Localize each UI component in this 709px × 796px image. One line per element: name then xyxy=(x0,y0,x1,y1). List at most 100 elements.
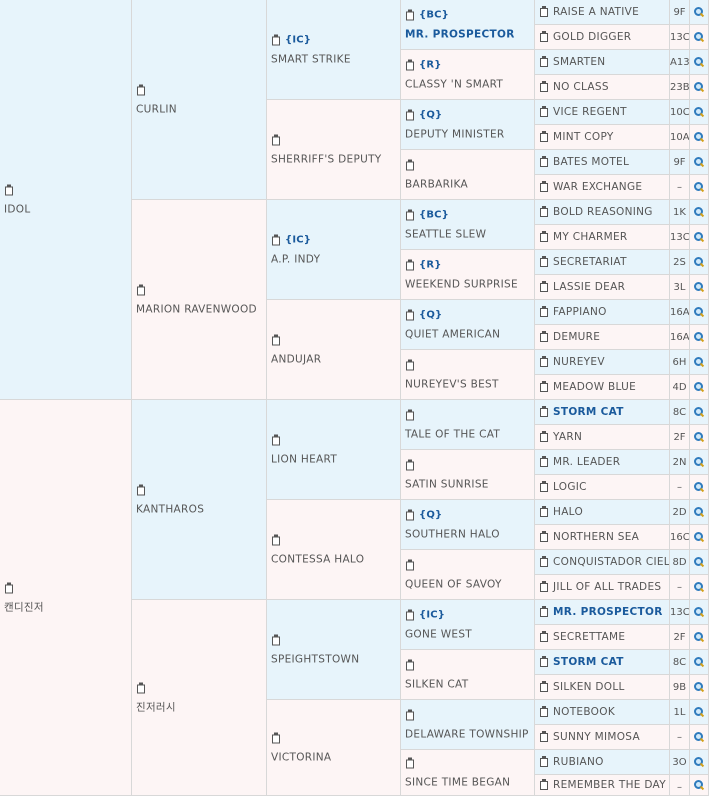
horse-name[interactable]: A.P. INDY xyxy=(271,253,320,265)
search-link[interactable] xyxy=(690,250,709,275)
search-link[interactable] xyxy=(690,775,709,796)
horse-name[interactable]: STORM CAT xyxy=(553,655,624,669)
horse-name[interactable]: DELAWARE TOWNSHIP xyxy=(405,728,529,740)
horse-name[interactable]: NUREYEV xyxy=(553,355,605,369)
clipboard-icon[interactable] xyxy=(539,631,549,643)
magnifier-icon[interactable] xyxy=(694,757,704,767)
magnifier-icon[interactable] xyxy=(694,357,704,367)
search-link[interactable] xyxy=(690,600,709,625)
horse-name[interactable]: SATIN SUNRISE xyxy=(405,478,489,490)
clipboard-icon[interactable] xyxy=(405,659,415,671)
horse-name[interactable]: SMART STRIKE xyxy=(271,53,351,65)
clipboard-icon[interactable] xyxy=(271,334,281,346)
search-link[interactable] xyxy=(690,275,709,300)
horse-name[interactable]: DEMURE xyxy=(553,330,600,344)
clipboard-icon[interactable] xyxy=(405,609,415,621)
clipboard-icon[interactable] xyxy=(539,779,549,791)
clipboard-icon[interactable] xyxy=(539,606,549,618)
horse-name[interactable]: MY CHARMER xyxy=(553,230,628,244)
search-link[interactable] xyxy=(690,50,709,75)
clipboard-icon[interactable] xyxy=(405,559,415,571)
magnifier-icon[interactable] xyxy=(694,657,704,667)
clipboard-icon[interactable] xyxy=(271,634,281,646)
horse-name[interactable]: SUNNY MIMOSA xyxy=(553,730,640,744)
magnifier-icon[interactable] xyxy=(694,457,704,467)
clipboard-icon[interactable] xyxy=(271,134,281,146)
search-link[interactable] xyxy=(690,175,709,200)
clipboard-icon[interactable] xyxy=(405,709,415,721)
horse-name[interactable]: SOUTHERN HALO xyxy=(405,528,500,540)
horse-name[interactable]: CURLIN xyxy=(136,103,177,115)
clipboard-icon[interactable] xyxy=(271,534,281,546)
magnifier-icon[interactable] xyxy=(694,780,704,790)
search-link[interactable] xyxy=(690,425,709,450)
search-link[interactable] xyxy=(690,675,709,700)
horse-name[interactable]: VICE REGENT xyxy=(553,105,627,119)
clipboard-icon[interactable] xyxy=(539,206,549,218)
clipboard-icon[interactable] xyxy=(539,306,549,318)
horse-name[interactable]: RUBIANO xyxy=(553,755,604,769)
search-link[interactable] xyxy=(690,75,709,100)
horse-name[interactable]: MR. PROSPECTOR xyxy=(553,605,663,619)
magnifier-icon[interactable] xyxy=(694,682,704,692)
clipboard-icon[interactable] xyxy=(539,106,549,118)
search-link[interactable] xyxy=(690,500,709,525)
magnifier-icon[interactable] xyxy=(694,307,704,317)
clipboard-icon[interactable] xyxy=(539,431,549,443)
search-link[interactable] xyxy=(690,475,709,500)
search-link[interactable] xyxy=(690,325,709,350)
magnifier-icon[interactable] xyxy=(694,607,704,617)
clipboard-icon[interactable] xyxy=(405,59,415,71)
horse-name[interactable]: HALO xyxy=(553,505,583,519)
horse-name[interactable]: SECRETTAME xyxy=(553,630,625,644)
clipboard-icon[interactable] xyxy=(539,131,549,143)
magnifier-icon[interactable] xyxy=(694,582,704,592)
horse-name[interactable]: SHERRIFF'S DEPUTY xyxy=(271,153,382,165)
horse-name[interactable]: 캔디진저 xyxy=(4,601,44,613)
clipboard-icon[interactable] xyxy=(405,757,415,769)
horse-name[interactable]: KANTHAROS xyxy=(136,503,204,515)
horse-name[interactable]: CLASSY 'N SMART xyxy=(405,78,503,90)
magnifier-icon[interactable] xyxy=(694,432,704,442)
clipboard-icon[interactable] xyxy=(539,331,549,343)
clipboard-icon[interactable] xyxy=(539,6,549,18)
magnifier-icon[interactable] xyxy=(694,7,704,17)
clipboard-icon[interactable] xyxy=(539,56,549,68)
clipboard-icon[interactable] xyxy=(539,656,549,668)
clipboard-icon[interactable] xyxy=(271,732,281,744)
horse-name[interactable]: LION HEART xyxy=(271,453,337,465)
clipboard-icon[interactable] xyxy=(4,582,14,594)
horse-name[interactable]: NUREYEV'S BEST xyxy=(405,378,499,390)
magnifier-icon[interactable] xyxy=(694,707,704,717)
clipboard-icon[interactable] xyxy=(539,706,549,718)
magnifier-icon[interactable] xyxy=(694,557,704,567)
clipboard-icon[interactable] xyxy=(539,681,549,693)
clipboard-icon[interactable] xyxy=(539,381,549,393)
horse-name[interactable]: BOLD REASONING xyxy=(553,205,653,219)
clipboard-icon[interactable] xyxy=(539,756,549,768)
horse-name[interactable]: MR. LEADER xyxy=(553,455,620,469)
magnifier-icon[interactable] xyxy=(694,157,704,167)
horse-name[interactable]: IDOL xyxy=(4,203,31,215)
clipboard-icon[interactable] xyxy=(539,731,549,743)
clipboard-icon[interactable] xyxy=(136,484,146,496)
magnifier-icon[interactable] xyxy=(694,132,704,142)
horse-name[interactable]: ANDUJAR xyxy=(271,353,321,365)
clipboard-icon[interactable] xyxy=(271,34,281,46)
clipboard-icon[interactable] xyxy=(539,581,549,593)
horse-name[interactable]: RAISE A NATIVE xyxy=(553,5,639,19)
clipboard-icon[interactable] xyxy=(539,406,549,418)
search-link[interactable] xyxy=(690,100,709,125)
magnifier-icon[interactable] xyxy=(694,382,704,392)
magnifier-icon[interactable] xyxy=(694,507,704,517)
horse-name[interactable]: SILKEN CAT xyxy=(405,678,468,690)
clipboard-icon[interactable] xyxy=(539,556,549,568)
horse-name[interactable]: DEPUTY MINISTER xyxy=(405,128,505,140)
horse-name[interactable]: FAPPIANO xyxy=(553,305,607,319)
horse-name[interactable]: NOTEBOOK xyxy=(553,705,615,719)
magnifier-icon[interactable] xyxy=(694,282,704,292)
clipboard-icon[interactable] xyxy=(539,181,549,193)
magnifier-icon[interactable] xyxy=(694,182,704,192)
horse-name[interactable]: NO CLASS xyxy=(553,80,609,94)
horse-name[interactable]: QUEEN OF SAVOY xyxy=(405,578,502,590)
